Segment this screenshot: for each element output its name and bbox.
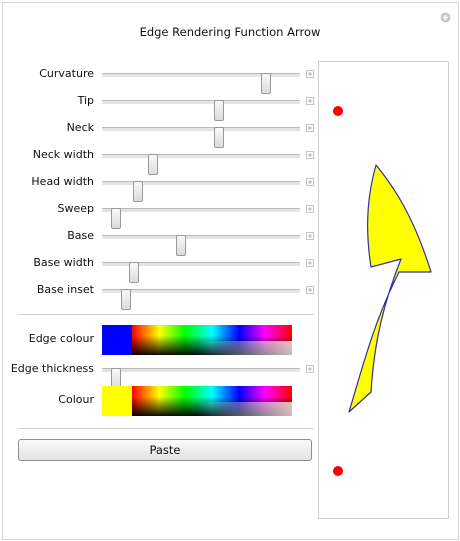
slider-label: Sweep	[57, 202, 95, 215]
slider-row-head-width: Head width	[0, 172, 320, 202]
slider-row-neck: Neck	[0, 118, 320, 148]
neck-slider[interactable]	[102, 127, 300, 148]
slider-row-curvature: Curvature	[0, 64, 320, 94]
base-inset-slider[interactable]	[102, 289, 300, 310]
plus-icon[interactable]	[306, 70, 314, 78]
slider-row-neck-width: Neck width	[0, 145, 320, 175]
window-title: Edge Rendering Function Arrow	[139, 25, 321, 39]
preview-canvas	[333, 106, 432, 476]
slider-label: Base	[67, 229, 94, 242]
slider-row-base: Base	[0, 226, 320, 256]
slider-label: Base inset	[36, 283, 94, 296]
slider-label: Head width	[31, 175, 94, 188]
slider-row-sweep: Sweep	[0, 199, 320, 229]
sweep-slider[interactable]	[102, 208, 300, 229]
plus-icon[interactable]	[306, 205, 314, 213]
slider-row-edge-thickness: Edge thickness	[0, 359, 320, 389]
edge-colour-picker[interactable]	[132, 325, 292, 355]
plus-icon[interactable]	[306, 259, 314, 267]
base-slider[interactable]	[102, 235, 300, 256]
endpoint-top[interactable]	[333, 106, 343, 116]
edge-thickness-slider[interactable]	[102, 368, 300, 389]
separator	[18, 314, 314, 315]
plus-icon[interactable]	[306, 151, 314, 159]
slider-row-tip: Tip	[0, 91, 320, 121]
slider-label: Neck	[66, 121, 94, 134]
base-width-slider[interactable]	[102, 262, 300, 283]
paste-button[interactable]: Paste	[18, 439, 312, 461]
slider-row-base-inset: Base inset	[0, 280, 320, 310]
endpoint-bottom[interactable]	[333, 466, 343, 476]
arrow-preview	[318, 61, 449, 519]
slider-label: Neck width	[32, 148, 94, 161]
curvature-slider[interactable]	[102, 73, 300, 94]
colour-swatch[interactable]	[102, 386, 132, 416]
plus-icon[interactable]	[306, 286, 314, 294]
tip-slider[interactable]	[102, 100, 300, 121]
slider-label: Base width	[33, 256, 94, 269]
edge-thickness-label: Edge thickness	[10, 362, 94, 375]
head-width-slider[interactable]	[102, 181, 300, 202]
edge-colour-swatch[interactable]	[102, 325, 132, 355]
plus-icon[interactable]	[306, 97, 314, 105]
slider-label: Tip	[77, 94, 94, 107]
plus-icon[interactable]	[306, 232, 314, 240]
slider-row-base-width: Base width	[0, 253, 320, 283]
neck-width-slider[interactable]	[102, 154, 300, 175]
colour-label: Colour	[58, 393, 94, 406]
colour-picker[interactable]	[132, 386, 292, 416]
separator	[18, 428, 314, 429]
close-icon[interactable]	[440, 12, 451, 23]
curved-arrow	[348, 164, 432, 413]
slider-label: Curvature	[39, 67, 94, 80]
plus-icon[interactable]	[306, 178, 314, 186]
plus-icon[interactable]	[306, 365, 314, 373]
plus-icon[interactable]	[306, 124, 314, 132]
edge-colour-label: Edge colour	[28, 332, 94, 345]
slider-thumb[interactable]	[120, 289, 131, 310]
